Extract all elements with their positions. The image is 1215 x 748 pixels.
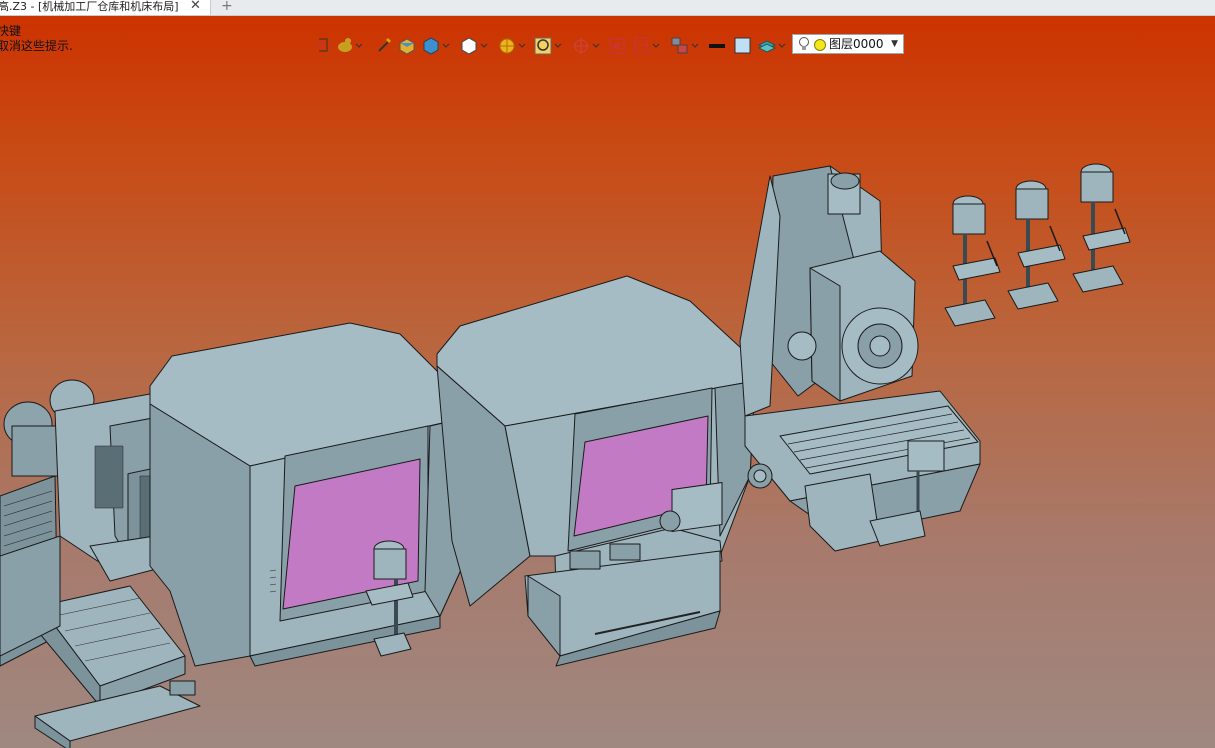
cnc-enclosure-2 <box>436 275 756 667</box>
fill-color-swatch[interactable] <box>734 35 752 55</box>
layer-stack-icon[interactable] <box>758 35 788 55</box>
document-tab[interactable]: 高.Z3 - [机械加工厂仓库和机床布局] ✕ <box>0 0 211 15</box>
split-icon[interactable] <box>632 35 662 55</box>
document-tab-bar: 高.Z3 - [机械加工厂仓库和机床布局] ✕ + <box>0 0 1215 16</box>
frame-icon[interactable] <box>608 35 626 55</box>
view-cube-icon[interactable] <box>460 35 490 55</box>
cnc-enclosure-1 <box>149 322 466 667</box>
machine-layout-scene <box>0 163 1131 748</box>
drill-press-3 <box>1072 163 1131 293</box>
box-color-icon[interactable] <box>398 35 416 55</box>
view-toolbar: 图层0000 ▼ <box>310 33 910 57</box>
3d-viewport[interactable]: 快键 取消这些提示. 图层0000 ▼ <box>0 16 1215 748</box>
document-tab-title: 高.Z3 - [机械加工厂仓库和机床布局] <box>0 0 179 13</box>
layer-color-dot <box>814 39 826 51</box>
light-bulb-icon[interactable] <box>798 36 810 52</box>
origin-icon[interactable] <box>572 35 602 55</box>
drill-press-1 <box>944 195 1001 327</box>
layer-dropdown[interactable]: 图层0000 ▼ <box>792 34 904 54</box>
add-tab-icon[interactable]: + <box>221 0 233 14</box>
exit-sketch-icon[interactable] <box>314 35 330 55</box>
chevron-down-icon[interactable]: ▼ <box>891 35 898 53</box>
assembly-icon[interactable] <box>670 35 700 55</box>
layer-name: 图层0000 <box>829 37 884 51</box>
close-icon[interactable]: ✕ <box>190 0 201 13</box>
drill-press-2 <box>1007 180 1066 310</box>
boring-milling-machine <box>739 165 981 552</box>
zoom-icon[interactable] <box>534 35 564 55</box>
render-style-icon[interactable] <box>498 35 528 55</box>
line-color-swatch[interactable] <box>708 35 726 55</box>
brush-icon[interactable] <box>376 35 392 55</box>
cube-shading-icon[interactable] <box>422 35 452 55</box>
duck-tool-icon[interactable] <box>336 35 362 55</box>
hint-line-2[interactable]: 取消这些提示. <box>0 37 73 54</box>
